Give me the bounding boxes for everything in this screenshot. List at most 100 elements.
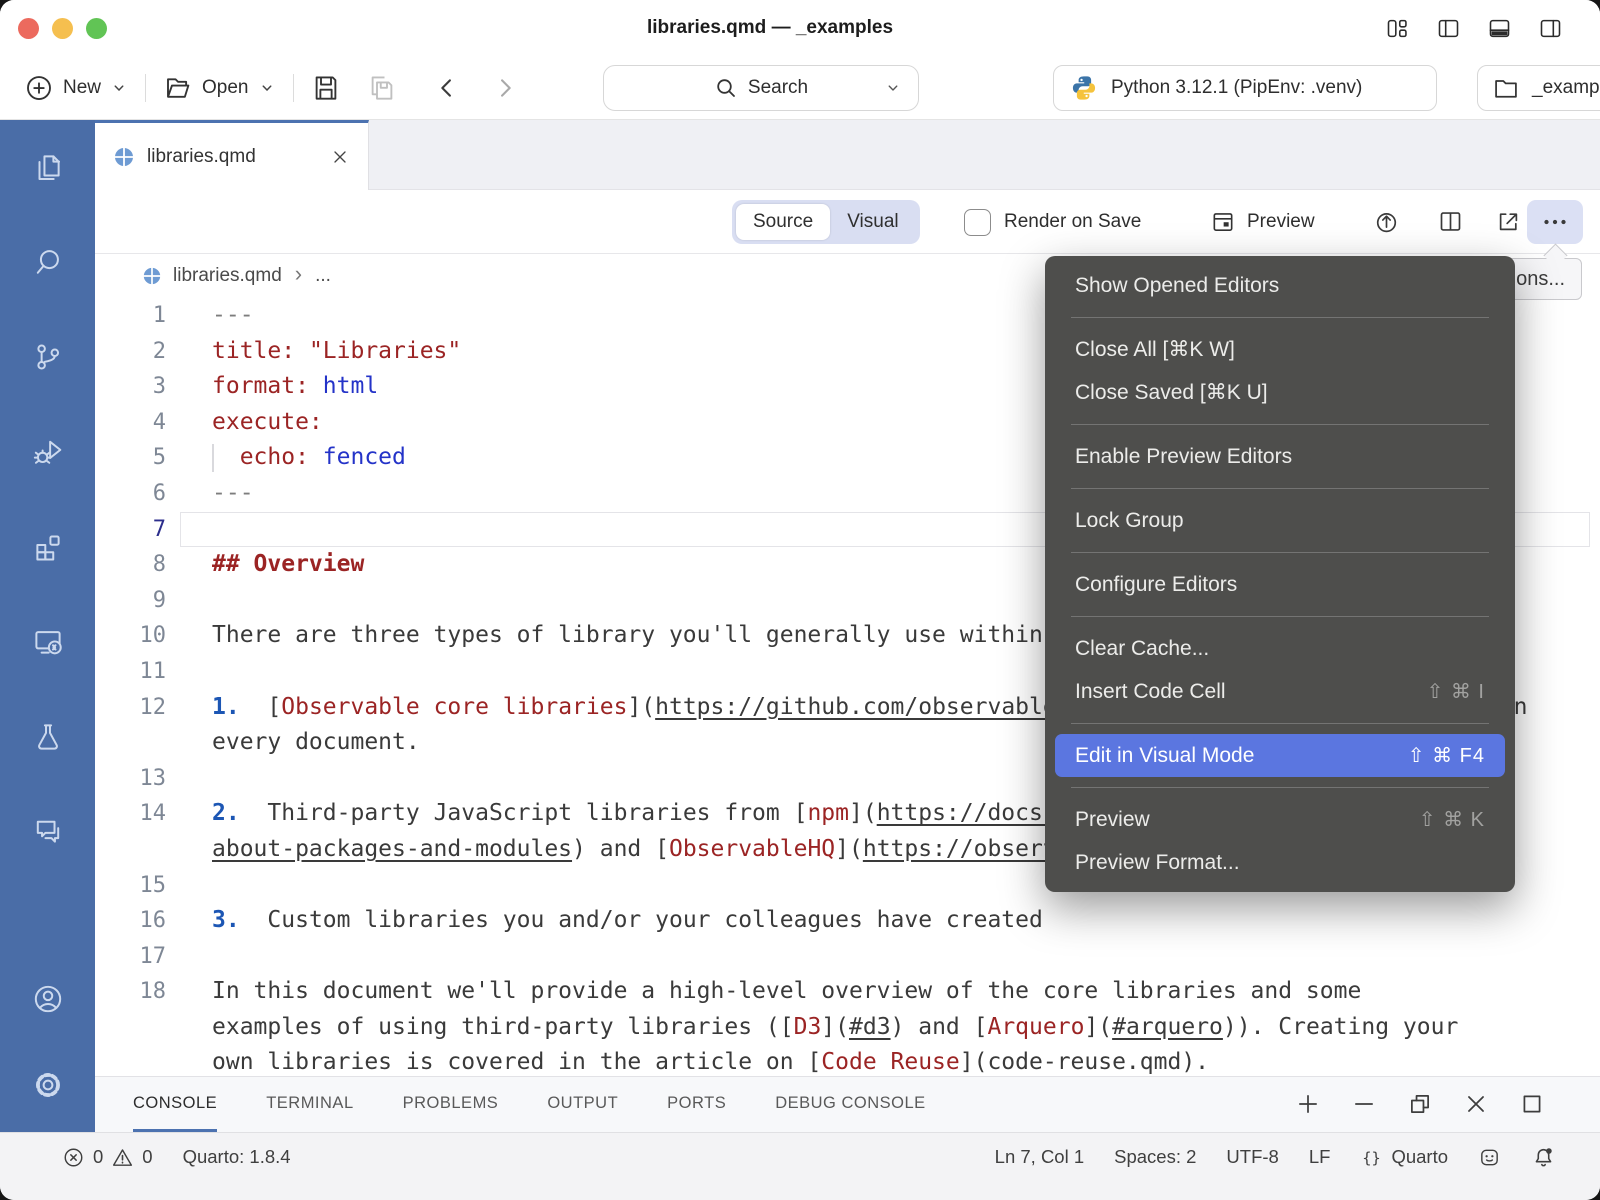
panel-tab-debug-console[interactable]: DEBUG CONSOLE	[775, 1077, 925, 1132]
sidebar-item-chat[interactable]	[31, 815, 65, 849]
eol-indicator[interactable]: LF	[1309, 1146, 1331, 1168]
workspace-selector[interactable]: _examples	[1477, 65, 1600, 111]
menu-item-label: Show Opened Editors	[1075, 274, 1279, 298]
sidebar-item-settings[interactable]	[31, 1068, 65, 1102]
cursor-position[interactable]: Ln 7, Col 1	[995, 1146, 1084, 1168]
panel-tab-problems[interactable]: PROBLEMS	[403, 1077, 499, 1132]
problems-status-text: 0	[93, 1146, 103, 1168]
menu-item-shortcut: ⇧ ⌘ K	[1419, 807, 1485, 832]
code-line-17[interactable]: 17	[95, 939, 1600, 975]
activity-bar-bottom	[31, 982, 65, 1102]
sidebar-item-run-debug[interactable]	[31, 435, 65, 469]
minimize-panel-button[interactable]	[1351, 1091, 1377, 1117]
preview-button[interactable]: Preview	[1210, 190, 1315, 254]
new-button[interactable]: New	[24, 73, 128, 103]
menu-item-enable-preview-editors[interactable]: Enable Preview Editors	[1055, 435, 1505, 478]
breadcrumb-file[interactable]: libraries.qmd	[173, 265, 282, 287]
sidebar-item-extensions[interactable]	[31, 530, 65, 564]
menu-separator	[1071, 723, 1489, 724]
sidebar-item-search[interactable]	[31, 245, 65, 279]
source-mode-button[interactable]: Source	[736, 204, 830, 240]
quarto-version[interactable]: Quarto: 1.8.4	[183, 1146, 291, 1168]
layout-custom-icon[interactable]	[1384, 15, 1411, 42]
panel-actions	[1295, 1076, 1545, 1132]
panel-tab-ports[interactable]: PORTS	[667, 1077, 726, 1132]
language-mode[interactable]: {}Quarto	[1360, 1146, 1448, 1169]
menu-item-configure-editors[interactable]: Configure Editors	[1055, 563, 1505, 606]
more-actions-button[interactable]	[1527, 200, 1583, 244]
encoding[interactable]: UTF-8	[1226, 1146, 1278, 1168]
menu-item-label: Configure Editors	[1075, 573, 1237, 597]
line-number	[95, 1045, 166, 1076]
render-on-save-checkbox[interactable]	[964, 209, 991, 236]
panel-tab-terminal[interactable]: TERMINAL	[266, 1077, 353, 1132]
save-all-icon[interactable]	[367, 73, 397, 103]
menu-item-show-opened-editors[interactable]: Show Opened Editors	[1055, 264, 1505, 307]
sidebar-item-account[interactable]	[31, 982, 65, 1016]
extensions-icon	[31, 530, 65, 564]
indentation[interactable]: Spaces: 2	[1114, 1146, 1196, 1168]
line-number	[95, 725, 166, 761]
menu-item-label: Enable Preview Editors	[1075, 445, 1292, 469]
menu-item-insert-code-cell[interactable]: Insert Code Cell⇧ ⌘ I	[1055, 670, 1505, 713]
layout-right-panel-icon[interactable]	[1537, 15, 1564, 42]
close-tab-icon[interactable]	[330, 147, 350, 167]
close-panel-button[interactable]	[1463, 1091, 1489, 1117]
menu-item-lock-group[interactable]: Lock Group	[1055, 499, 1505, 542]
layout-bottom-panel-icon[interactable]	[1486, 15, 1513, 42]
code-line-18[interactable]: 18In this document we'll provide a high-…	[95, 974, 1600, 1010]
restore-panel-button[interactable]	[1407, 1091, 1433, 1117]
menu-item-clear-cache[interactable]: Clear Cache...	[1055, 627, 1505, 670]
warning-icon	[111, 1146, 134, 1169]
feedback[interactable]	[1478, 1146, 1501, 1169]
open-in-new-window-icon[interactable]	[1495, 208, 1522, 235]
sidebar-item-source-control[interactable]	[31, 340, 65, 374]
save-icon[interactable]	[311, 73, 341, 103]
problems-status[interactable]: 00	[62, 1146, 153, 1169]
code-text: examples of using third-party libraries …	[166, 1010, 1458, 1046]
new-console-button[interactable]	[1295, 1091, 1321, 1117]
code-line-wrap[interactable]: examples of using third-party libraries …	[95, 1010, 1600, 1046]
feedback-icon	[1478, 1146, 1501, 1169]
menu-item-close-all-k-w[interactable]: Close All [⌘K W]	[1055, 328, 1505, 371]
line-number: 11	[95, 654, 166, 690]
panel-tab-output[interactable]: OUTPUT	[547, 1077, 618, 1132]
visual-mode-button[interactable]: Visual	[830, 204, 915, 240]
menu-item-preview[interactable]: Preview⇧ ⌘ K	[1055, 798, 1505, 841]
explorer-icon	[31, 150, 65, 184]
source-visual-toggle: Source Visual	[732, 200, 920, 244]
zoom-window-button[interactable]	[86, 18, 107, 39]
sidebar-item-remote-explorer[interactable]	[31, 625, 65, 659]
sidebar-item-testing[interactable]	[31, 720, 65, 754]
code-text: ---	[166, 298, 254, 334]
menu-item-edit-in-visual-mode[interactable]: Edit in Visual Mode⇧ ⌘ F4	[1055, 734, 1505, 777]
back-icon[interactable]	[433, 74, 461, 102]
menu-item-close-saved-k-u[interactable]: Close Saved [⌘K U]	[1055, 371, 1505, 414]
line-number	[95, 832, 166, 868]
code-line-16[interactable]: 163. Custom libraries you and/or your co…	[95, 903, 1600, 939]
split-editor-icon[interactable]	[1437, 208, 1464, 235]
sidebar-item-explorer[interactable]	[31, 150, 65, 184]
chevron-down-icon[interactable]	[884, 79, 902, 97]
search-input[interactable]: Search	[603, 65, 919, 111]
layout-left-panel-icon[interactable]	[1435, 15, 1462, 42]
breadcrumb-more[interactable]: ...	[315, 265, 331, 287]
encoding-text: UTF-8	[1226, 1146, 1278, 1168]
braces-icon: {}	[1360, 1146, 1383, 1169]
minimize-window-button[interactable]	[52, 18, 73, 39]
notifications[interactable]	[1531, 1145, 1556, 1170]
ellipsis-icon	[1540, 207, 1570, 237]
editor-tab-bar: libraries.qmd	[95, 120, 1600, 190]
publish-icon[interactable]	[1373, 208, 1400, 235]
code-text: 2. Third-party JavaScript libraries from…	[166, 796, 1195, 832]
open-button[interactable]: Open	[163, 73, 275, 103]
code-line-wrap[interactable]: own libraries is covered in the article …	[95, 1045, 1600, 1076]
tab-libraries-qmd[interactable]: libraries.qmd	[95, 120, 369, 190]
menu-item-preview-format[interactable]: Preview Format...	[1055, 841, 1505, 884]
menu-separator	[1071, 488, 1489, 489]
interpreter-selector[interactable]: Python 3.12.1 (PipEnv: .venv)	[1053, 65, 1437, 111]
maximize-panel-button[interactable]	[1519, 1091, 1545, 1117]
panel-tab-console[interactable]: CONSOLE	[133, 1077, 217, 1132]
forward-icon[interactable]	[491, 74, 519, 102]
close-window-button[interactable]	[18, 18, 39, 39]
